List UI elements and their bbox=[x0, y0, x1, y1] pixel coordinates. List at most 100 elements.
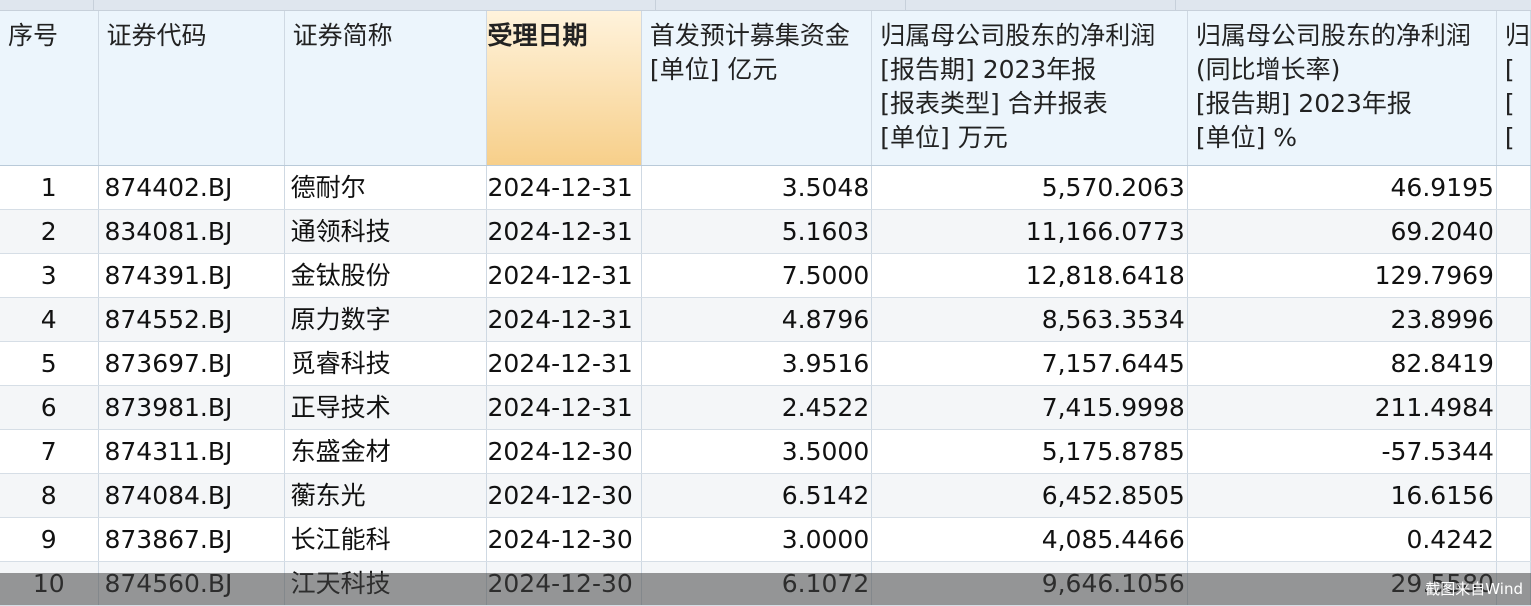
column-header-truncated[interactable]: 归 [ [ [ bbox=[1496, 11, 1531, 166]
strip-divider bbox=[905, 0, 906, 10]
header-line: [ bbox=[1504, 55, 1515, 84]
cell-truncated bbox=[1496, 473, 1531, 518]
cell-ipo-funds: 4.8796 bbox=[641, 297, 873, 342]
cell-acceptance-date: 2024-12-31 bbox=[486, 385, 642, 430]
cell-ipo-funds: 3.5000 bbox=[641, 429, 873, 474]
cell-truncated bbox=[1496, 297, 1531, 342]
table-row[interactable]: 3 874391.BJ 金钛股份 2024-12-31 7.5000 12,81… bbox=[0, 253, 1531, 298]
cell-ipo-funds: 2.4522 bbox=[641, 385, 873, 430]
cell-index: 9 bbox=[0, 517, 99, 562]
strip-divider bbox=[93, 0, 94, 10]
column-header-net-profit[interactable]: 归属母公司股东的净利润 [报告期] 2023年报 [报表类型] 合并报表 [单位… bbox=[871, 11, 1188, 166]
top-frozen-strip bbox=[0, 0, 1531, 11]
cell-ipo-funds: 3.5048 bbox=[641, 165, 873, 210]
cell-security-name: 通领科技 bbox=[284, 209, 488, 254]
header-line: [报表类型] 合并报表 bbox=[880, 89, 1108, 118]
cell-index: 2 bbox=[0, 209, 99, 254]
column-header-ipo-funds[interactable]: 首发预计募集资金 [单位] 亿元 bbox=[641, 11, 873, 166]
table-row[interactable]: 6 873981.BJ 正导技术 2024-12-31 2.4522 7,415… bbox=[0, 385, 1531, 430]
cell-ipo-funds: 3.9516 bbox=[641, 341, 873, 386]
table-row[interactable]: 4 874552.BJ 原力数字 2024-12-31 4.8796 8,563… bbox=[0, 297, 1531, 342]
cell-acceptance-date: 2024-12-31 bbox=[486, 341, 642, 386]
cell-security-code: 873867.BJ bbox=[98, 517, 285, 562]
cell-net-profit: 5,175.8785 bbox=[871, 429, 1188, 474]
cell-net-profit: 12,818.6418 bbox=[871, 253, 1188, 298]
strip-divider bbox=[1175, 0, 1176, 10]
cell-net-profit-growth: 16.6156 bbox=[1187, 473, 1497, 518]
cell-security-name: 原力数字 bbox=[284, 297, 488, 342]
column-header-index[interactable]: 序号 bbox=[0, 11, 99, 166]
cell-index: 7 bbox=[0, 429, 99, 474]
header-line: [单位] 亿元 bbox=[649, 55, 778, 84]
cell-security-code: 873697.BJ bbox=[98, 341, 285, 386]
cell-security-name: 正导技术 bbox=[284, 385, 488, 430]
cell-index: 8 bbox=[0, 473, 99, 518]
cell-security-code: 874084.BJ bbox=[98, 473, 285, 518]
cell-security-name: 蘅东光 bbox=[284, 473, 488, 518]
header-line: 归属母公司股东的净利润 bbox=[880, 21, 1156, 50]
header-line: [ bbox=[1504, 123, 1515, 152]
cell-net-profit: 6,452.8505 bbox=[871, 473, 1188, 518]
cell-truncated bbox=[1496, 341, 1531, 386]
header-line: 受理日期 bbox=[487, 21, 588, 50]
cell-net-profit: 7,157.6445 bbox=[871, 341, 1188, 386]
cell-net-profit-growth: 46.9195 bbox=[1187, 165, 1497, 210]
header-line: 证券简称 bbox=[292, 21, 393, 50]
column-header-security-code[interactable]: 证券代码 bbox=[98, 11, 285, 166]
cell-security-code: 874311.BJ bbox=[98, 429, 285, 474]
table-row[interactable]: 2 834081.BJ 通领科技 2024-12-31 5.1603 11,16… bbox=[0, 209, 1531, 254]
cell-security-code: 874402.BJ bbox=[98, 165, 285, 210]
cell-net-profit-growth: -57.5344 bbox=[1187, 429, 1497, 474]
watermark-overlay bbox=[0, 573, 1531, 605]
cell-index: 3 bbox=[0, 253, 99, 298]
header-line: 序号 bbox=[8, 21, 59, 50]
table-row[interactable]: 7 874311.BJ 东盛金材 2024-12-30 3.5000 5,175… bbox=[0, 429, 1531, 474]
table-row[interactable]: 8 874084.BJ 蘅东光 2024-12-30 6.5142 6,452.… bbox=[0, 473, 1531, 518]
cell-truncated bbox=[1496, 253, 1531, 298]
cell-net-profit-growth: 211.4984 bbox=[1187, 385, 1497, 430]
header-line: (同比增长率) bbox=[1195, 55, 1341, 84]
column-header-security-name[interactable]: 证券简称 bbox=[284, 11, 488, 166]
cell-index: 6 bbox=[0, 385, 99, 430]
header-line: 首发预计募集资金 bbox=[649, 21, 850, 50]
cell-net-profit-growth: 69.2040 bbox=[1187, 209, 1497, 254]
header-line: [报告期] 2023年报 bbox=[880, 55, 1097, 84]
cell-acceptance-date: 2024-12-31 bbox=[486, 297, 642, 342]
cell-net-profit: 4,085.4466 bbox=[871, 517, 1188, 562]
cell-net-profit-growth: 0.4242 bbox=[1187, 517, 1497, 562]
table-row[interactable]: 1 874402.BJ 德耐尔 2024-12-31 3.5048 5,570.… bbox=[0, 165, 1531, 210]
cell-security-name: 长江能科 bbox=[284, 517, 488, 562]
strip-divider bbox=[655, 0, 656, 10]
header-line: [单位] % bbox=[1195, 123, 1298, 152]
cell-security-name: 觅睿科技 bbox=[284, 341, 488, 386]
header-line: [ bbox=[1504, 89, 1515, 118]
cell-acceptance-date: 2024-12-30 bbox=[486, 429, 642, 474]
cell-security-code: 874391.BJ bbox=[98, 253, 285, 298]
column-header-net-profit-growth[interactable]: 归属母公司股东的净利润 (同比增长率) [报告期] 2023年报 [单位] % bbox=[1187, 11, 1497, 166]
cell-security-code: 834081.BJ bbox=[98, 209, 285, 254]
header-line: [报告期] 2023年报 bbox=[1195, 89, 1412, 118]
cell-truncated bbox=[1496, 165, 1531, 210]
cell-truncated bbox=[1496, 517, 1531, 562]
cell-index: 1 bbox=[0, 165, 99, 210]
cell-index: 4 bbox=[0, 297, 99, 342]
cell-index: 5 bbox=[0, 341, 99, 386]
cell-ipo-funds: 5.1603 bbox=[641, 209, 873, 254]
cell-acceptance-date: 2024-12-31 bbox=[486, 209, 642, 254]
cell-ipo-funds: 7.5000 bbox=[641, 253, 873, 298]
cell-ipo-funds: 6.5142 bbox=[641, 473, 873, 518]
table-row[interactable]: 5 873697.BJ 觅睿科技 2024-12-31 3.9516 7,157… bbox=[0, 341, 1531, 386]
cell-net-profit: 8,563.3534 bbox=[871, 297, 1188, 342]
cell-net-profit: 11,166.0773 bbox=[871, 209, 1188, 254]
cell-security-name: 东盛金材 bbox=[284, 429, 488, 474]
cell-net-profit: 7,415.9998 bbox=[871, 385, 1188, 430]
securities-data-grid: 序号 证券代码 证券简称 受理日期 首发预计募集资金 [单位] 亿元 归属母公司… bbox=[0, 11, 1531, 606]
cell-acceptance-date: 2024-12-30 bbox=[486, 517, 642, 562]
cell-security-code: 874552.BJ bbox=[98, 297, 285, 342]
header-line: 证券代码 bbox=[106, 21, 207, 50]
cell-net-profit-growth: 82.8419 bbox=[1187, 341, 1497, 386]
header-row: 序号 证券代码 证券简称 受理日期 首发预计募集资金 [单位] 亿元 归属母公司… bbox=[0, 11, 1531, 166]
column-header-acceptance-date[interactable]: 受理日期 bbox=[486, 11, 642, 166]
table-row[interactable]: 9 873867.BJ 长江能科 2024-12-30 3.0000 4,085… bbox=[0, 517, 1531, 562]
cell-acceptance-date: 2024-12-30 bbox=[486, 473, 642, 518]
